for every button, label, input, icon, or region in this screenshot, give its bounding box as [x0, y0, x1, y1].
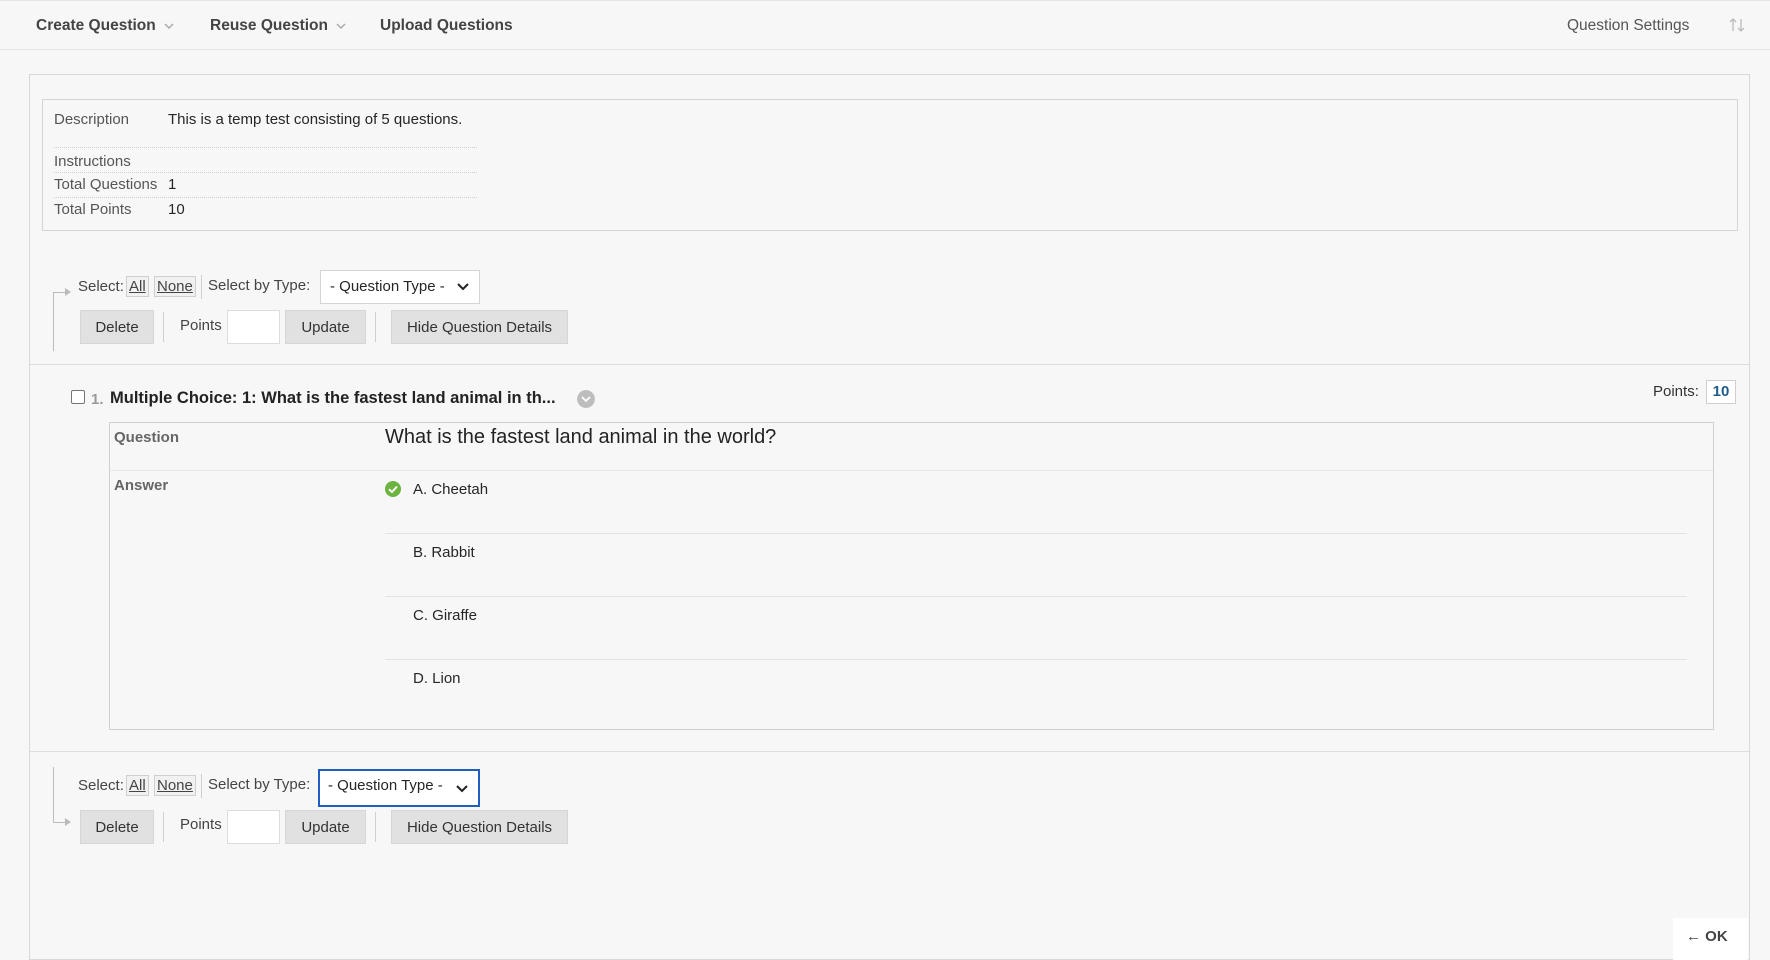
answer-option: A. Cheetah: [385, 471, 1687, 534]
bottom-select-toolbar: Select: All None Select by Type: - Quest…: [30, 765, 1749, 865]
test-info-box: Description This is a temp test consisti…: [42, 99, 1738, 231]
answer-option: D. Lion: [385, 660, 1687, 723]
question-points-value[interactable]: 10: [1706, 380, 1736, 404]
chevron-down-icon: [457, 283, 469, 291]
ok-button[interactable]: ← OK: [1673, 918, 1748, 960]
answer-label: Answer: [114, 477, 169, 494]
select-by-type-label: Select by Type:: [208, 277, 311, 294]
delete-button[interactable]: Delete: [80, 810, 154, 844]
select-none-link[interactable]: None: [154, 276, 196, 297]
reuse-question-menu[interactable]: Reuse Question: [210, 17, 346, 35]
question-number: 1.: [91, 391, 104, 408]
create-question-menu[interactable]: Create Question: [36, 17, 174, 35]
answer-text: A. Cheetah: [413, 481, 489, 498]
question-checkbox[interactable]: [71, 390, 85, 404]
question-type-select[interactable]: - Question Type -: [320, 270, 480, 304]
toolbar-bracket: [53, 288, 71, 351]
select-all-link[interactable]: All: [126, 276, 149, 297]
answer-option: B. Rabbit: [385, 534, 1687, 597]
total-points-row: Total Points 10: [54, 197, 477, 222]
bracket-arrow-icon: [54, 288, 71, 296]
description-label: Description: [54, 111, 130, 128]
total-questions-row: Total Questions 1: [54, 172, 477, 197]
instructions-label: Instructions: [54, 153, 131, 170]
answer-text: C. Giraffe: [413, 607, 477, 624]
question-settings-link[interactable]: Question Settings: [1567, 17, 1689, 35]
hide-question-details-button[interactable]: Hide Question Details: [391, 810, 568, 844]
divider: [163, 312, 164, 342]
answer-text: B. Rabbit: [413, 544, 475, 561]
chevron-down-icon: [336, 23, 346, 30]
question-title[interactable]: Multiple Choice: 1: What is the fastest …: [110, 389, 556, 408]
select-none-link[interactable]: None: [154, 775, 196, 796]
sort-arrows-icon[interactable]: [1728, 15, 1746, 35]
test-canvas-panel: Description This is a temp test consisti…: [29, 74, 1750, 960]
action-bar: Create Question Reuse Question Upload Qu…: [0, 0, 1770, 50]
instructions-row: Instructions: [54, 147, 477, 172]
hide-question-details-button[interactable]: Hide Question Details: [391, 310, 568, 344]
select-all-link[interactable]: All: [126, 775, 149, 796]
question-type-select[interactable]: - Question Type -: [318, 769, 480, 807]
answer-option: C. Giraffe: [385, 597, 1687, 660]
upload-questions-link[interactable]: Upload Questions: [380, 17, 513, 35]
left-arrow-icon: ←: [1686, 928, 1701, 945]
select-label: Select:: [78, 777, 124, 794]
ok-label: OK: [1705, 928, 1728, 945]
question-points-label: Points:: [1653, 383, 1699, 400]
divider: [163, 812, 164, 842]
reuse-question-label: Reuse Question: [210, 17, 328, 34]
update-button[interactable]: Update: [285, 810, 366, 844]
points-label: Points: [180, 816, 222, 833]
update-button[interactable]: Update: [285, 310, 366, 344]
select-by-type-label: Select by Type:: [208, 776, 311, 793]
create-question-label: Create Question: [36, 17, 156, 34]
divider: [201, 275, 202, 299]
select-label: Select:: [78, 278, 124, 295]
points-input[interactable]: [227, 310, 280, 344]
description-row: Description This is a temp test consisti…: [54, 111, 477, 147]
question-type-value: - Question Type -: [330, 278, 445, 295]
description-value: This is a temp test consisting of 5 ques…: [168, 111, 463, 128]
total-points-value: 10: [168, 201, 185, 218]
divider: [201, 774, 202, 798]
top-select-toolbar: Select: All None Select by Type: - Quest…: [30, 264, 1749, 364]
points-input[interactable]: [227, 810, 280, 844]
points-label: Points: [180, 317, 222, 334]
answer-text: D. Lion: [413, 670, 461, 687]
question-type-value: - Question Type -: [328, 777, 443, 794]
chevron-down-icon: [456, 785, 468, 793]
question-details-box: Question What is the fastest land animal…: [109, 422, 1714, 730]
divider: [375, 312, 376, 342]
divider: [30, 364, 1749, 365]
bracket-arrow-icon: [54, 818, 71, 826]
toolbar-bracket: [53, 767, 71, 826]
check-circle-icon: [385, 481, 401, 497]
chevron-down-icon: [164, 23, 174, 30]
chevron-circle-icon[interactable]: [577, 390, 595, 408]
total-questions-value: 1: [168, 176, 177, 193]
divider: [375, 812, 376, 842]
total-questions-label: Total Questions: [54, 176, 158, 193]
delete-button[interactable]: Delete: [80, 310, 154, 344]
total-points-label: Total Points: [54, 201, 132, 218]
question-label: Question: [114, 429, 180, 446]
divider: [30, 751, 1749, 752]
question-text: What is the fastest land animal in the w…: [385, 426, 777, 448]
